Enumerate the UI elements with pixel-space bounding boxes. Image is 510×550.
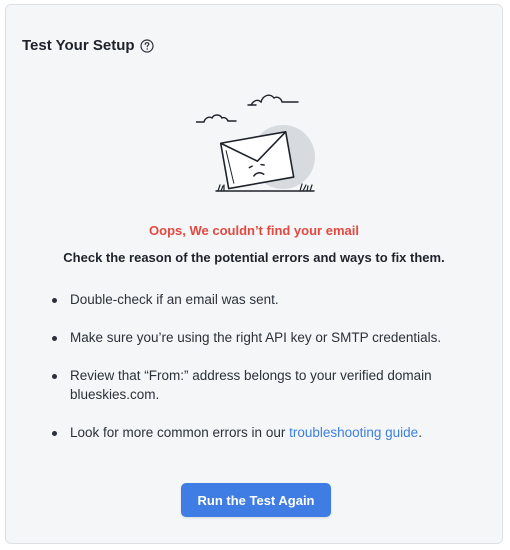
page-title: Test Your Setup <box>22 37 135 54</box>
list-item: Look for more common errors in our troub… <box>50 423 470 442</box>
tip-text: Look for more common errors in our <box>70 425 290 440</box>
sad-envelope-illustration <box>195 87 326 197</box>
error-message: Oops, We couldn’t find your email <box>149 223 359 238</box>
guidance-heading: Check the reason of the potential errors… <box>63 250 445 265</box>
troubleshooting-guide-link[interactable]: troubleshooting guide <box>289 425 418 440</box>
list-item: Double-check if an email was sent. <box>50 290 470 309</box>
question-circle-icon[interactable] <box>139 38 154 53</box>
tip-punctuation: . <box>418 425 422 440</box>
list-item: Review that “From:” address belongs to y… <box>50 366 470 404</box>
tips-list: Double-check if an email was sent. Make … <box>50 290 470 442</box>
run-test-again-button[interactable]: Run the Test Again <box>181 483 331 517</box>
card-header: Test Your Setup <box>22 37 154 54</box>
test-setup-card: Test Your Setup Oops, We couldn’t find y… <box>5 4 503 544</box>
list-item: Make sure you’re using the right API key… <box>50 328 470 347</box>
